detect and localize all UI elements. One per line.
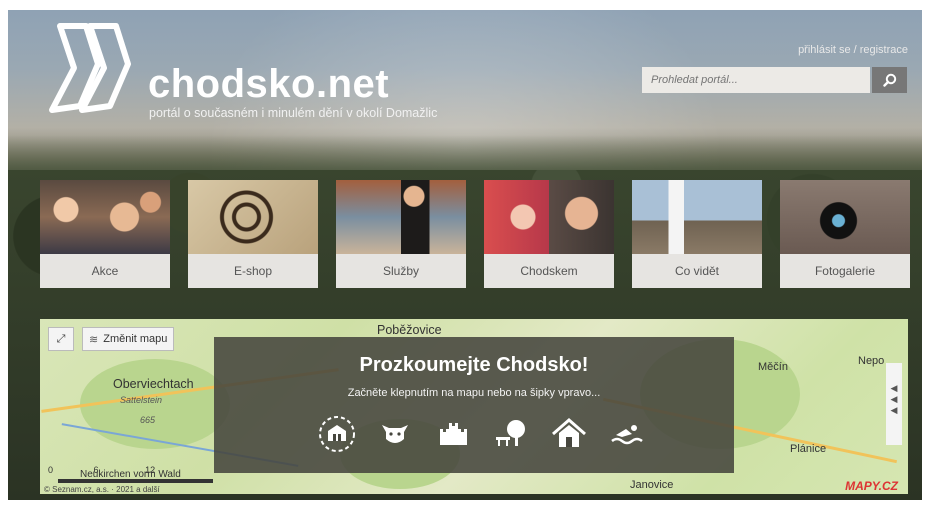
map-title: Prozkoumejte Chodsko! — [359, 354, 589, 376]
camera-photo-icon — [780, 180, 910, 254]
scale-label: 6 — [93, 465, 99, 475]
interactive-map[interactable]: Poběžovice Oberviechtach Sattelstein 665… — [40, 319, 908, 494]
mapy-cz-logo[interactable]: MAPY.CZ — [845, 479, 898, 493]
tile-label: Služby — [336, 254, 466, 288]
scale-label: 0 — [48, 465, 54, 475]
search-button[interactable] — [872, 67, 907, 93]
map-town: Měčín — [758, 361, 788, 373]
crowd-photo-icon — [40, 180, 170, 254]
fullscreen-button[interactable]: ⤢ — [48, 327, 74, 351]
expand-icon: ⤢ — [56, 332, 66, 345]
tile-co-videt[interactable]: Co vidět — [632, 180, 762, 288]
auth-separator: / — [853, 44, 857, 56]
map-copyright[interactable]: © Seznam.cz, a.s. · 2021 a další — [44, 485, 160, 494]
swimming-icon[interactable] — [608, 415, 646, 453]
tile-label: E-shop — [188, 254, 318, 288]
arrow-left-icon[interactable]: ◀ — [886, 405, 902, 416]
lace-photo-icon — [188, 180, 318, 254]
map-town: Nepo — [858, 355, 885, 367]
site-name[interactable]: chodsko.net — [148, 62, 389, 107]
logo-icon[interactable] — [46, 18, 146, 118]
cottage-icon[interactable] — [550, 415, 588, 453]
category-tiles: Akce E-shop Služby Chodskem Co vidět Fot… — [40, 180, 910, 288]
tile-akce[interactable]: Akce — [40, 180, 170, 288]
farm-cow-icon[interactable] — [376, 415, 414, 453]
map-arrow-controls[interactable]: ◀ ◀ ◀ — [886, 363, 902, 445]
tile-label: Akce — [40, 254, 170, 288]
change-map-button[interactable]: ≋ Změnit mapu — [82, 327, 175, 351]
tile-label: Chodskem — [484, 254, 614, 288]
layers-icon: ≋ — [89, 333, 99, 346]
accommodation-icon[interactable] — [318, 415, 356, 453]
map-peak: Sattelstein — [120, 395, 163, 405]
map-town: Poběžovice — [377, 323, 442, 337]
castle-icon[interactable] — [434, 415, 472, 453]
tile-eshop[interactable]: E-shop — [188, 180, 318, 288]
folk-costume-photo-icon — [484, 180, 614, 254]
tile-label: Fotogalerie — [780, 254, 910, 288]
tile-label: Co vidět — [632, 254, 762, 288]
waiter-photo-icon — [336, 180, 466, 254]
scale-label: 12 — [145, 465, 156, 475]
map-peak: 665 — [140, 415, 156, 425]
tile-chodskem[interactable]: Chodskem — [484, 180, 614, 288]
hero-background: chodsko.net portál o současném i minulém… — [8, 10, 922, 500]
tile-fotogalerie[interactable]: Fotogalerie — [780, 180, 910, 288]
search-input[interactable] — [642, 67, 870, 93]
map-category-icons — [318, 415, 648, 453]
picnic-tree-icon[interactable] — [492, 415, 530, 453]
page: chodsko.net portál o současném i minulém… — [0, 0, 930, 507]
arrow-left-icon[interactable]: ◀ — [886, 394, 902, 405]
change-map-label: Změnit mapu — [103, 333, 168, 345]
map-intro-overlay: Prozkoumejte Chodsko! Začněte klepnutím … — [214, 337, 734, 473]
tile-sluzby[interactable]: Služby — [336, 180, 466, 288]
search-icon — [882, 73, 896, 87]
map-scale-bar — [58, 479, 213, 483]
site-tagline: portál o současném i minulém dění v okol… — [149, 106, 438, 120]
login-link[interactable]: přihlásit se — [798, 44, 851, 56]
map-town: Plánice — [790, 443, 827, 455]
auth-links: přihlásit se / registrace — [798, 44, 908, 56]
map-subtitle: Začněte klepnutím na mapu nebo na šipky … — [347, 387, 601, 399]
map-town: Janovice — [630, 479, 674, 491]
register-link[interactable]: registrace — [860, 44, 908, 56]
map-town: Oberviechtach — [113, 377, 194, 391]
church-tower-photo-icon — [632, 180, 762, 254]
arrow-left-icon[interactable]: ◀ — [886, 383, 902, 394]
map-scale-labels: 0 6 12 — [48, 465, 155, 475]
